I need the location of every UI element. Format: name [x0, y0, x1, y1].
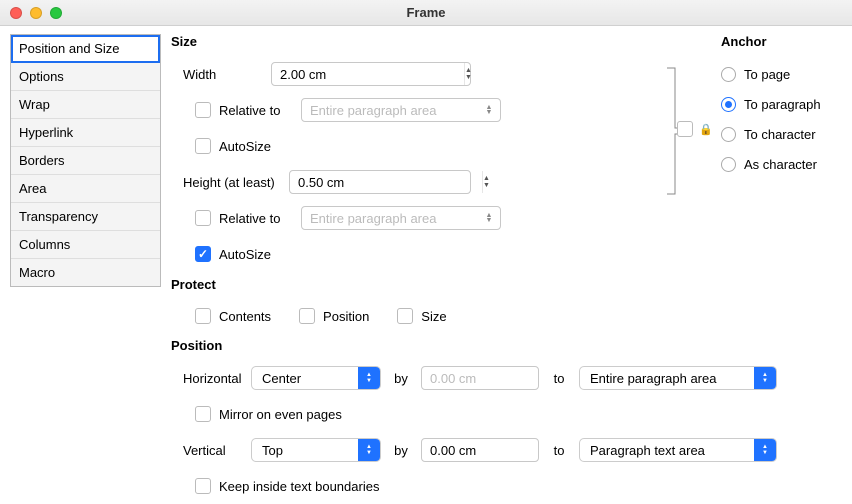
chevron-updown-icon: ▲▼: [484, 213, 494, 223]
width-relative-checkbox[interactable]: [195, 102, 211, 118]
keep-inside-checkbox[interactable]: [195, 478, 211, 494]
tab-hyperlink[interactable]: Hyperlink: [11, 119, 160, 147]
tab-columns[interactable]: Columns: [11, 231, 160, 259]
keep-inside-label: Keep inside text boundaries: [219, 479, 379, 494]
keep-ratio-checkbox[interactable]: [677, 121, 693, 137]
vertical-by-spinner[interactable]: ▲▼: [421, 438, 539, 462]
anchor-to-character-radio[interactable]: [721, 127, 736, 142]
height-relative-checkbox[interactable]: [195, 210, 211, 226]
height-label: Height (at least): [171, 175, 289, 190]
anchor-to-page-radio[interactable]: [721, 67, 736, 82]
width-autosize-label: AutoSize: [219, 139, 271, 154]
tab-options[interactable]: Options: [11, 63, 160, 91]
horizontal-to-select[interactable]: Entire paragraph area ▲▼: [579, 366, 777, 390]
tab-position-size[interactable]: Position and Size: [11, 35, 160, 63]
main-panel: Size Width ▲▼ Relative to Entire paragra…: [161, 26, 852, 504]
width-relative-label: Relative to: [219, 103, 297, 118]
height-autosize-label: AutoSize: [219, 247, 271, 262]
chevron-updown-icon[interactable]: ▲▼: [358, 367, 380, 389]
protect-heading: Protect: [171, 277, 840, 292]
anchor-to-paragraph-radio[interactable]: [721, 97, 736, 112]
horizontal-select[interactable]: Center ▲▼: [251, 366, 381, 390]
vertical-select[interactable]: Top ▲▼: [251, 438, 381, 462]
tab-transparency[interactable]: Transparency: [11, 203, 160, 231]
width-spinner[interactable]: ▲▼: [271, 62, 471, 86]
stepper-arrows-icon[interactable]: ▲▼: [464, 63, 472, 85]
mirror-label: Mirror on even pages: [219, 407, 342, 422]
protect-contents-checkbox[interactable]: [195, 308, 211, 324]
horizontal-by-spinner: ▲▼: [421, 366, 539, 390]
height-autosize-checkbox[interactable]: [195, 246, 211, 262]
tab-area[interactable]: Area: [11, 175, 160, 203]
stepper-arrows-icon[interactable]: ▲▼: [482, 171, 490, 193]
lock-icon: 🔒: [699, 123, 713, 136]
width-relative-select: Entire paragraph area ▲▼: [301, 98, 501, 122]
tab-macro[interactable]: Macro: [11, 259, 160, 286]
height-input[interactable]: [290, 175, 482, 190]
chevron-updown-icon[interactable]: ▲▼: [754, 439, 776, 461]
window-title: Frame: [0, 5, 852, 20]
width-autosize-checkbox[interactable]: [195, 138, 211, 154]
sidebar: Position and Size Options Wrap Hyperlink…: [0, 26, 161, 504]
anchor-group: Anchor To page To paragraph To character…: [721, 34, 851, 179]
chevron-updown-icon[interactable]: ▲▼: [358, 439, 380, 461]
mirror-checkbox[interactable]: [195, 406, 211, 422]
anchor-as-character-radio[interactable]: [721, 157, 736, 172]
vertical-label: Vertical: [171, 443, 241, 458]
chevron-updown-icon[interactable]: ▲▼: [754, 367, 776, 389]
width-label: Width: [171, 67, 271, 82]
tab-list: Position and Size Options Wrap Hyperlink…: [10, 34, 161, 287]
protect-position-checkbox[interactable]: [299, 308, 315, 324]
height-relative-select: Entire paragraph area ▲▼: [301, 206, 501, 230]
horizontal-label: Horizontal: [171, 371, 241, 386]
height-relative-label: Relative to: [219, 211, 297, 226]
anchor-heading: Anchor: [721, 34, 851, 49]
vertical-to-select[interactable]: Paragraph text area ▲▼: [579, 438, 777, 462]
titlebar: Frame: [0, 0, 852, 26]
height-spinner[interactable]: ▲▼: [289, 170, 471, 194]
width-input[interactable]: [272, 67, 464, 82]
tab-wrap[interactable]: Wrap: [11, 91, 160, 119]
protect-size-checkbox[interactable]: [397, 308, 413, 324]
position-heading: Position: [171, 338, 840, 353]
chevron-updown-icon: ▲▼: [484, 105, 494, 115]
tab-borders[interactable]: Borders: [11, 147, 160, 175]
